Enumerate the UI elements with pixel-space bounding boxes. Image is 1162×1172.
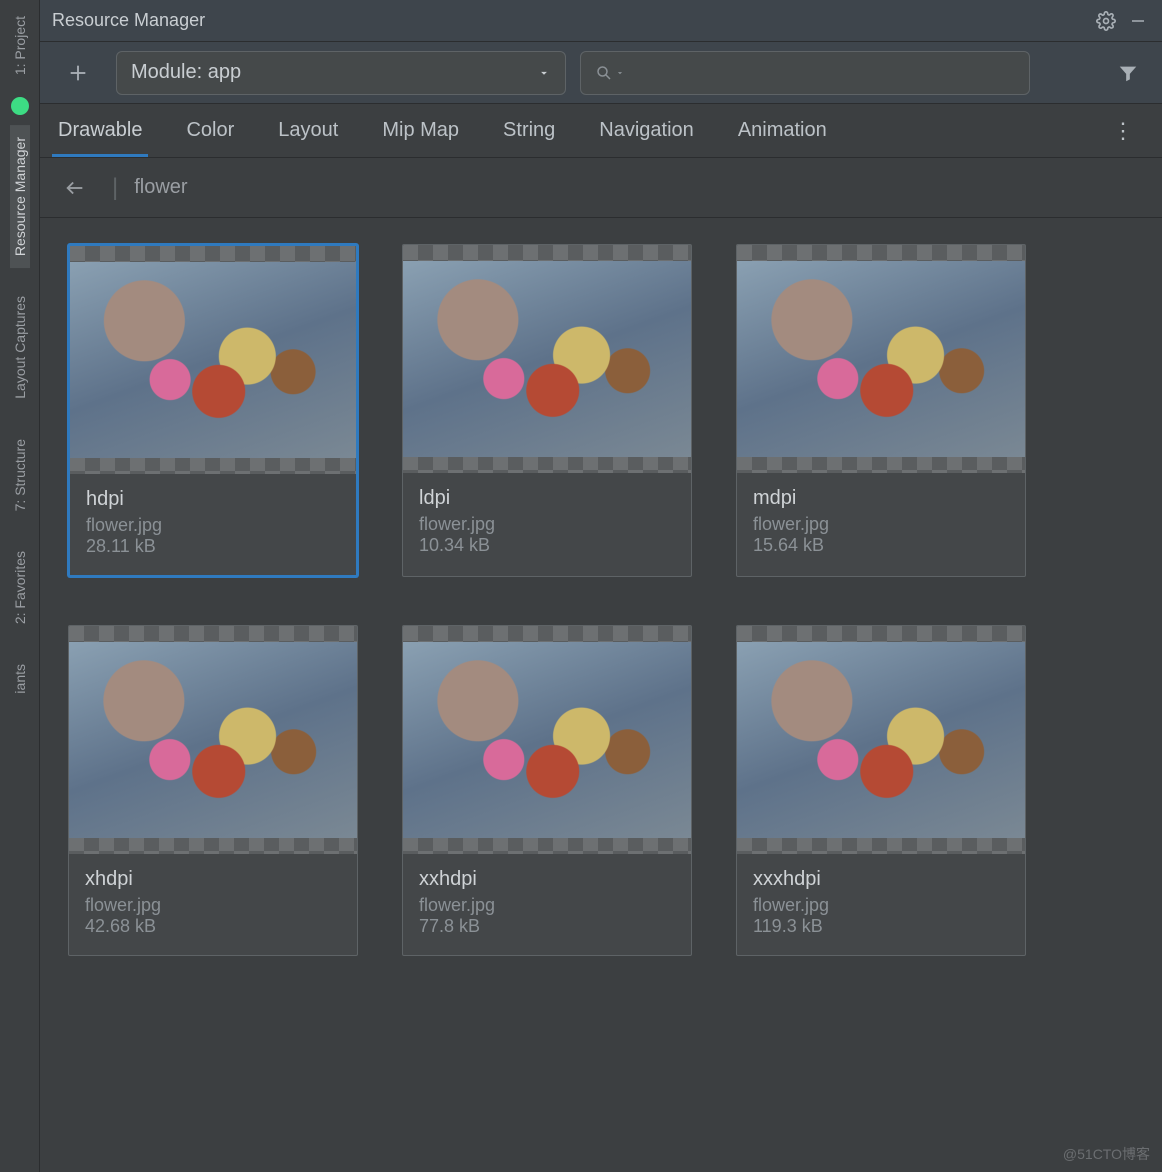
thumbnail	[403, 245, 691, 473]
left-tool-rail: 1: Project Resource Manager Layout Captu…	[0, 0, 40, 1172]
more-icon[interactable]: ⋮	[1102, 118, 1144, 144]
card-name: xxhdpi	[419, 868, 675, 891]
breadcrumb-separator: |	[112, 174, 118, 202]
rail-item-resource-manager[interactable]: Resource Manager	[10, 125, 30, 268]
resource-card[interactable]: xxhdpi flower.jpg 77.8 kB	[402, 625, 692, 956]
rail-label: 1: Project	[12, 16, 28, 75]
filter-icon[interactable]	[1108, 53, 1148, 93]
card-file: flower.jpg	[419, 895, 675, 916]
search-input[interactable]	[580, 51, 1030, 95]
card-size: 15.64 kB	[753, 535, 1009, 556]
resource-card[interactable]: xhdpi flower.jpg 42.68 kB	[68, 625, 358, 956]
main-panel: Resource Manager Module: app	[40, 0, 1162, 1172]
tab-string[interactable]: String	[503, 107, 555, 154]
tab-mipmap[interactable]: Mip Map	[382, 107, 459, 154]
module-select-label: Module: app	[131, 61, 241, 84]
tab-navigation[interactable]: Navigation	[599, 107, 694, 154]
rail-item-layout-captures[interactable]: Layout Captures	[10, 284, 30, 411]
card-name: ldpi	[419, 487, 675, 510]
titlebar: Resource Manager	[40, 0, 1162, 42]
panel-title: Resource Manager	[52, 10, 1086, 31]
card-name: xxxhdpi	[753, 868, 1009, 891]
card-size: 119.3 kB	[753, 916, 1009, 937]
toolbar: Module: app	[40, 42, 1162, 104]
watermark: @51CTO博客	[1063, 1144, 1150, 1164]
thumbnail	[403, 626, 691, 854]
tabs: Drawable Color Layout Mip Map String Nav…	[40, 104, 1162, 158]
gear-icon[interactable]	[1094, 9, 1118, 33]
card-size: 77.8 kB	[419, 916, 675, 937]
rail-label: 2: Favorites	[12, 551, 28, 624]
card-name: hdpi	[86, 488, 340, 511]
card-file: flower.jpg	[753, 514, 1009, 535]
tab-animation[interactable]: Animation	[738, 107, 827, 154]
rail-item-favorites[interactable]: 2: Favorites	[10, 539, 30, 636]
card-file: flower.jpg	[419, 514, 675, 535]
thumbnail	[737, 245, 1025, 473]
rail-item-project[interactable]: 1: Project	[10, 4, 30, 87]
thumbnail	[69, 626, 357, 854]
card-name: mdpi	[753, 487, 1009, 510]
card-size: 10.34 kB	[419, 535, 675, 556]
chevron-down-icon	[537, 66, 551, 80]
minimize-icon[interactable]	[1126, 9, 1150, 33]
rail-item-structure[interactable]: 7: Structure	[10, 427, 30, 523]
card-size: 28.11 kB	[86, 536, 340, 557]
rail-label: Layout Captures	[12, 296, 28, 399]
resource-card[interactable]: ldpi flower.jpg 10.34 kB	[402, 244, 692, 577]
breadcrumb: | flower	[40, 158, 1162, 218]
search-icon	[595, 64, 613, 82]
tab-drawable[interactable]: Drawable	[58, 107, 142, 154]
breadcrumb-name: flower	[134, 176, 187, 199]
resource-card[interactable]: xxxhdpi flower.jpg 119.3 kB	[736, 625, 1026, 956]
thumbnail	[70, 246, 356, 474]
rail-label: Resource Manager	[12, 137, 28, 256]
card-file: flower.jpg	[85, 895, 341, 916]
card-name: xhdpi	[85, 868, 341, 891]
card-file: flower.jpg	[753, 895, 1009, 916]
android-icon	[11, 97, 29, 115]
rail-label: iants	[12, 664, 28, 694]
module-select[interactable]: Module: app	[116, 51, 566, 95]
thumbnail	[737, 626, 1025, 854]
add-button[interactable]	[54, 49, 102, 97]
card-size: 42.68 kB	[85, 916, 341, 937]
resource-grid: hdpi flower.jpg 28.11 kB ldpi flower.jpg…	[40, 218, 1162, 982]
resource-card[interactable]: hdpi flower.jpg 28.11 kB	[68, 244, 358, 577]
tab-color[interactable]: Color	[186, 107, 234, 154]
back-arrow-icon[interactable]	[54, 173, 96, 203]
rail-label: 7: Structure	[12, 439, 28, 511]
card-file: flower.jpg	[86, 515, 340, 536]
resource-card[interactable]: mdpi flower.jpg 15.64 kB	[736, 244, 1026, 577]
caret-down-icon	[615, 68, 625, 78]
tab-layout[interactable]: Layout	[278, 107, 338, 154]
rail-item-build-variants[interactable]: iants	[10, 652, 30, 706]
